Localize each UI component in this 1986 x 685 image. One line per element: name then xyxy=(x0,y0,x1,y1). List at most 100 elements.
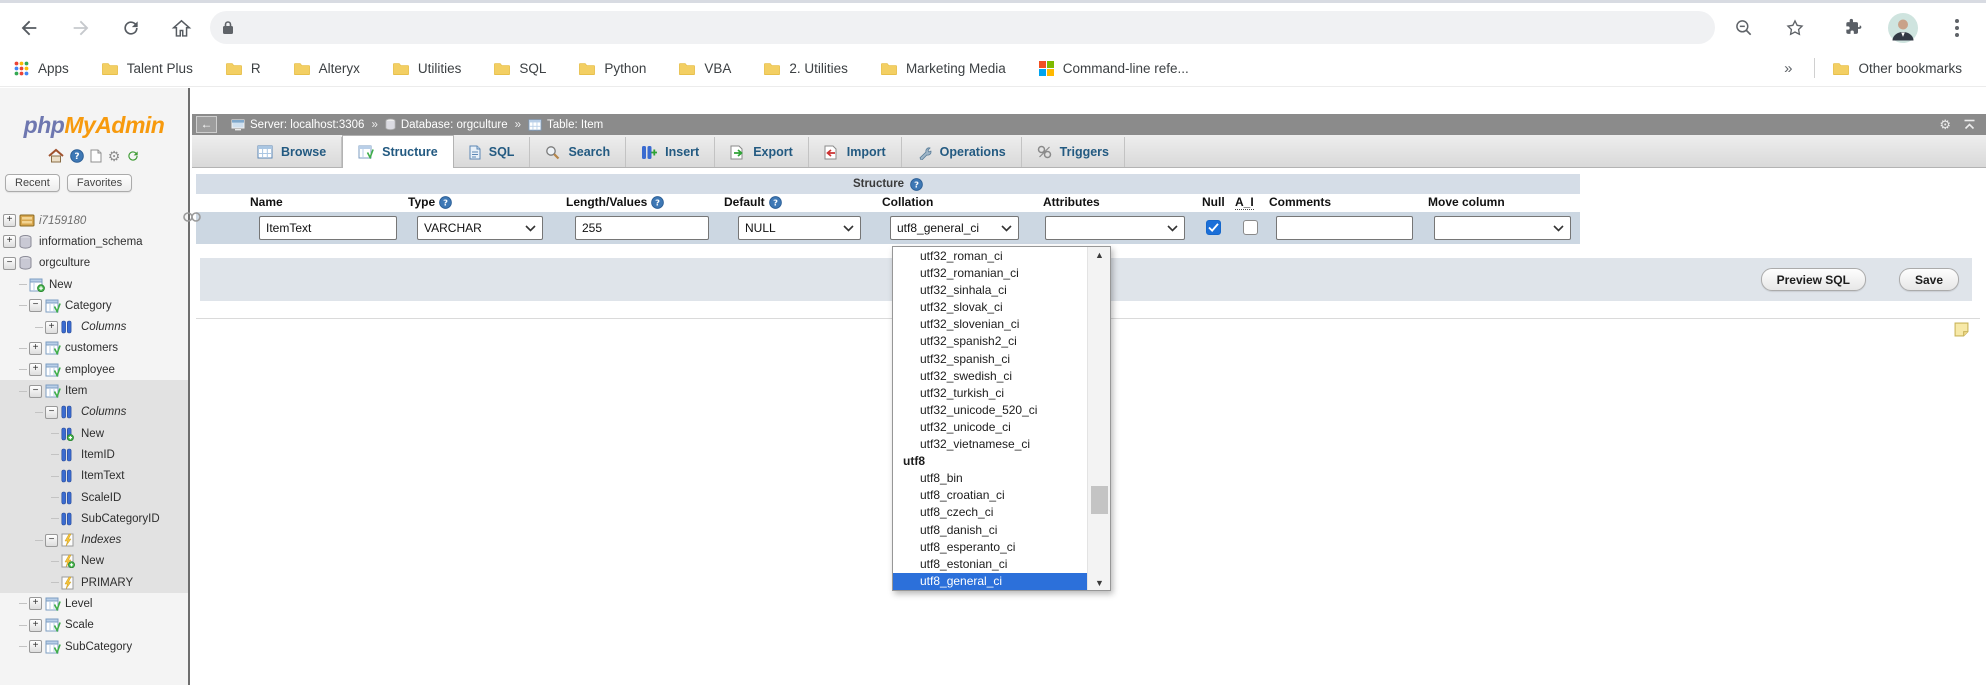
help-icon[interactable]: ? xyxy=(439,195,452,209)
collation-option-utf32_spanish2_ci[interactable]: utf32_spanish2_ci xyxy=(893,333,1087,350)
bookmark-item[interactable]: Talent Plus xyxy=(101,61,193,76)
pma-help-icon[interactable]: ? xyxy=(69,148,84,163)
collation-option-utf8_croatian_ci[interactable]: utf8_croatian_ci xyxy=(893,487,1087,504)
tree-item-columns[interactable]: − Columns xyxy=(0,401,188,423)
address-bar[interactable] xyxy=(210,11,1715,44)
tree-item-new[interactable]: New xyxy=(0,274,188,295)
expand-plus-icon[interactable]: + xyxy=(3,235,16,249)
collation-option-utf32_slovenian_ci[interactable]: utf32_slovenian_ci xyxy=(893,316,1087,333)
bookmark-item[interactable]: Alteryx xyxy=(293,61,360,76)
extensions-button[interactable] xyxy=(1838,13,1868,43)
tree-item-employee[interactable]: + employee xyxy=(0,359,188,380)
collation-option-utf32_swedish_ci[interactable]: utf32_swedish_ci xyxy=(893,368,1087,385)
collation-option-utf8_bin[interactable]: utf8_bin xyxy=(893,470,1087,487)
collation-select[interactable]: utf8_general_ci xyxy=(890,216,1019,240)
browser-menu-button[interactable] xyxy=(1942,13,1972,43)
name-field[interactable] xyxy=(259,216,397,240)
collapse-minus-icon[interactable]: − xyxy=(29,299,42,313)
collation-option-utf32_unicode_ci[interactable]: utf32_unicode_ci xyxy=(893,419,1087,436)
bookmark-item[interactable]: Command-line refe... xyxy=(1038,60,1189,76)
collapse-minus-icon[interactable]: − xyxy=(3,256,16,270)
expand-plus-icon[interactable]: + xyxy=(29,618,42,632)
collation-option-utf8_estonian_ci[interactable]: utf8_estonian_ci xyxy=(893,556,1087,573)
tree-item-information-schema[interactable]: + information_schema xyxy=(0,231,188,252)
collapse-minus-icon[interactable]: − xyxy=(45,405,58,419)
type-select[interactable]: VARCHAR xyxy=(417,216,543,240)
zoom-out-button[interactable] xyxy=(1729,13,1759,43)
tree-item-new[interactable]: New xyxy=(0,422,188,445)
scrollbar-thumb[interactable] xyxy=(1091,486,1108,514)
recent-button[interactable]: Recent xyxy=(5,174,60,192)
expand-plus-icon[interactable]: + xyxy=(29,597,42,611)
tab-browse[interactable]: Browse xyxy=(242,137,343,167)
breadcrumb-server[interactable]: Server: localhost:3306 xyxy=(231,119,364,131)
tab-structure[interactable]: Structure xyxy=(342,135,454,168)
collation-option-utf32_slovak_ci[interactable]: utf32_slovak_ci xyxy=(893,299,1087,316)
tab-import[interactable]: Import xyxy=(809,137,902,167)
tree-item-scaleid[interactable]: ScaleID xyxy=(0,486,188,509)
reload-button[interactable] xyxy=(116,13,146,43)
comments-field[interactable] xyxy=(1276,216,1413,240)
scroll-up-arrow[interactable]: ▲ xyxy=(1088,247,1111,262)
expand-plus-icon[interactable]: + xyxy=(3,214,16,228)
help-icon[interactable]: ? xyxy=(651,195,665,209)
tab-insert[interactable]: Insert xyxy=(626,137,716,167)
apps-shortcut[interactable]: Apps xyxy=(14,61,69,76)
tree-item-itemid[interactable]: ItemID xyxy=(0,444,188,466)
tab-search[interactable]: Search xyxy=(530,137,627,167)
favorites-button[interactable]: Favorites xyxy=(66,174,133,192)
page-settings-gear-icon[interactable]: ⚙ xyxy=(1939,118,1951,131)
default-select[interactable]: NULL xyxy=(738,216,861,240)
help-icon[interactable]: ? xyxy=(768,195,782,209)
pma-refresh-icon[interactable] xyxy=(126,149,140,163)
profile-avatar[interactable] xyxy=(1888,13,1918,43)
url-input[interactable] xyxy=(244,19,1715,36)
other-bookmarks[interactable]: Other bookmarks xyxy=(1833,61,1962,76)
bookmark-item[interactable]: R xyxy=(225,61,261,76)
expand-plus-icon[interactable]: + xyxy=(29,363,42,377)
bookmark-item[interactable]: Python xyxy=(579,61,646,76)
auto-increment-checkbox[interactable] xyxy=(1243,220,1258,235)
help-icon[interactable]: ? xyxy=(910,177,923,191)
bookmark-item[interactable]: VBA xyxy=(679,61,731,76)
collapse-minus-icon[interactable]: − xyxy=(45,533,58,547)
collation-option-utf8_general_ci[interactable]: utf8_general_ci xyxy=(893,572,1087,590)
tree-item-orgculture[interactable]: − orgculture xyxy=(0,253,188,274)
bookmark-item[interactable]: SQL xyxy=(494,61,546,76)
bookmarks-overflow-chevron[interactable]: » xyxy=(1784,60,1792,77)
tab-triggers[interactable]: Triggers xyxy=(1022,137,1125,167)
collapse-minus-icon[interactable]: − xyxy=(29,384,42,398)
tree-item-new[interactable]: New xyxy=(0,550,188,573)
move-column-select[interactable] xyxy=(1434,216,1571,240)
breadcrumb-table[interactable]: Table: Item xyxy=(528,119,603,131)
null-checkbox[interactable] xyxy=(1206,220,1221,235)
pma-logo[interactable]: phpMyAdmin xyxy=(0,112,188,139)
pma-settings-gear-icon[interactable]: ⚙ xyxy=(108,149,121,163)
collation-option-utf32_sinhala_ci[interactable]: utf32_sinhala_ci xyxy=(893,282,1087,299)
scroll-down-arrow[interactable]: ▼ xyxy=(1088,575,1111,590)
tree-item-item[interactable]: − Item xyxy=(0,380,188,402)
pma-doc-icon[interactable] xyxy=(90,149,102,163)
save-button[interactable]: Save xyxy=(1898,268,1959,291)
tree-item-primary[interactable]: PRIMARY xyxy=(0,572,188,594)
attributes-select[interactable] xyxy=(1045,216,1185,240)
breadcrumb-database[interactable]: Database: orgculture xyxy=(385,118,508,131)
tab-export[interactable]: Export xyxy=(715,137,809,167)
collation-option-utf32_roman_ci[interactable]: utf32_roman_ci xyxy=(893,248,1087,265)
tab-sql[interactable]: SQL xyxy=(454,137,531,167)
tree-item-columns[interactable]: + Columns xyxy=(0,316,188,337)
tree-item-category[interactable]: − Category xyxy=(0,295,188,316)
tab-operations[interactable]: Operations xyxy=(902,137,1022,167)
expand-plus-icon[interactable]: + xyxy=(29,640,42,654)
collation-option-utf8_danish_ci[interactable]: utf8_danish_ci xyxy=(893,522,1087,539)
tree-item-itemtext[interactable]: ItemText xyxy=(0,465,188,487)
collation-option-utf32_turkish_ci[interactable]: utf32_turkish_ci xyxy=(893,385,1087,402)
bookmark-item[interactable]: Utilities xyxy=(392,61,461,76)
forward-button[interactable] xyxy=(66,13,96,43)
home-button[interactable] xyxy=(166,13,196,43)
expand-plus-icon[interactable]: + xyxy=(45,320,58,334)
page-note-icon[interactable] xyxy=(1954,322,1969,342)
dropdown-scrollbar[interactable]: ▲ ▼ xyxy=(1087,247,1110,590)
sidebar-resize-handle[interactable] xyxy=(182,210,202,228)
tree-item-level[interactable]: + Level xyxy=(0,593,188,614)
